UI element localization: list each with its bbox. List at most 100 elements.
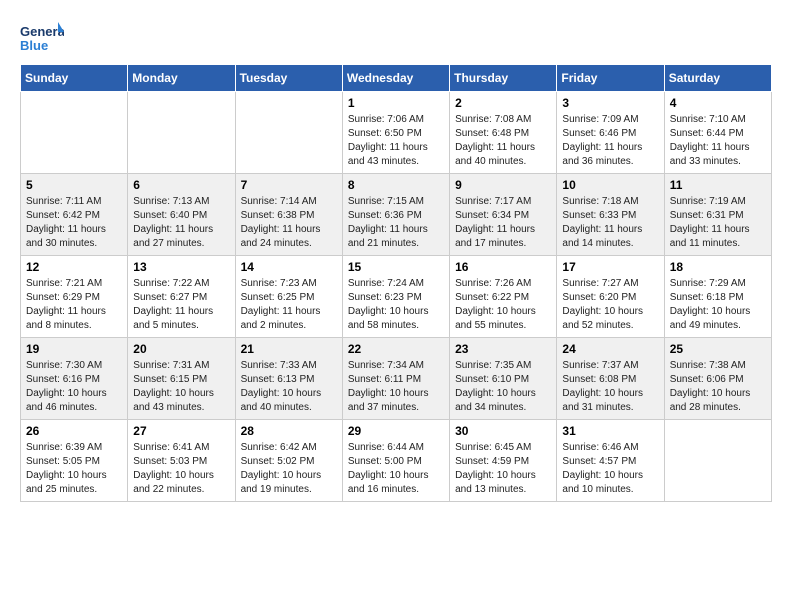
day-info: Sunrise: 6:41 AM Sunset: 5:03 PM Dayligh… <box>133 441 229 497</box>
day-info: Sunrise: 6:39 AM Sunset: 5:05 PM Dayligh… <box>26 441 122 497</box>
day-info: Sunrise: 7:06 AM Sunset: 6:50 PM Dayligh… <box>348 113 444 169</box>
calendar-week-4: 19 Sunrise: 7:30 AM Sunset: 6:16 PM Dayli… <box>21 338 772 420</box>
day-number: 11 <box>670 178 766 192</box>
day-info: Sunrise: 7:11 AM Sunset: 6:42 PM Dayligh… <box>26 195 122 251</box>
day-number: 9 <box>455 178 551 192</box>
weekday-header-monday: Monday <box>128 65 235 92</box>
calendar-cell: 17 Sunrise: 7:27 AM Sunset: 6:20 PM Dayli… <box>557 256 664 338</box>
calendar-cell: 10 Sunrise: 7:18 AM Sunset: 6:33 PM Dayli… <box>557 174 664 256</box>
day-info: Sunrise: 7:14 AM Sunset: 6:38 PM Dayligh… <box>241 195 337 251</box>
calendar-cell: 31 Sunrise: 6:46 AM Sunset: 4:57 PM Dayli… <box>557 420 664 502</box>
day-info: Sunrise: 6:46 AM Sunset: 4:57 PM Dayligh… <box>562 441 658 497</box>
day-info: Sunrise: 6:44 AM Sunset: 5:00 PM Dayligh… <box>348 441 444 497</box>
day-number: 26 <box>26 424 122 438</box>
day-info: Sunrise: 7:29 AM Sunset: 6:18 PM Dayligh… <box>670 277 766 333</box>
calendar-cell: 16 Sunrise: 7:26 AM Sunset: 6:22 PM Dayli… <box>450 256 557 338</box>
day-number: 7 <box>241 178 337 192</box>
day-number: 30 <box>455 424 551 438</box>
weekday-header-wednesday: Wednesday <box>342 65 449 92</box>
day-info: Sunrise: 7:19 AM Sunset: 6:31 PM Dayligh… <box>670 195 766 251</box>
day-info: Sunrise: 7:17 AM Sunset: 6:34 PM Dayligh… <box>455 195 551 251</box>
day-number: 24 <box>562 342 658 356</box>
calendar-cell: 24 Sunrise: 7:37 AM Sunset: 6:08 PM Dayli… <box>557 338 664 420</box>
calendar-cell: 4 Sunrise: 7:10 AM Sunset: 6:44 PM Daylig… <box>664 92 771 174</box>
calendar-cell: 1Sunrise: 7:06 AM Sunset: 6:50 PM Daylig… <box>342 92 449 174</box>
day-number: 13 <box>133 260 229 274</box>
calendar-cell: 3 Sunrise: 7:09 AM Sunset: 6:46 PM Daylig… <box>557 92 664 174</box>
calendar-cell: 30 Sunrise: 6:45 AM Sunset: 4:59 PM Dayli… <box>450 420 557 502</box>
svg-text:General: General <box>20 24 64 39</box>
day-info: Sunrise: 7:31 AM Sunset: 6:15 PM Dayligh… <box>133 359 229 415</box>
calendar-cell: 28 Sunrise: 6:42 AM Sunset: 5:02 PM Dayli… <box>235 420 342 502</box>
calendar-cell <box>21 92 128 174</box>
calendar-cell: 21Sunrise: 7:33 AM Sunset: 6:13 PM Dayli… <box>235 338 342 420</box>
day-number: 22 <box>348 342 444 356</box>
day-info: Sunrise: 7:18 AM Sunset: 6:33 PM Dayligh… <box>562 195 658 251</box>
day-number: 12 <box>26 260 122 274</box>
weekday-header-row: SundayMondayTuesdayWednesdayThursdayFrid… <box>21 65 772 92</box>
day-number: 28 <box>241 424 337 438</box>
calendar-cell: 19 Sunrise: 7:30 AM Sunset: 6:16 PM Dayli… <box>21 338 128 420</box>
day-number: 15 <box>348 260 444 274</box>
day-info: Sunrise: 7:15 AM Sunset: 6:36 PM Dayligh… <box>348 195 444 251</box>
weekday-header-tuesday: Tuesday <box>235 65 342 92</box>
day-info: Sunrise: 7:22 AM Sunset: 6:27 PM Dayligh… <box>133 277 229 333</box>
calendar-cell: 9 Sunrise: 7:17 AM Sunset: 6:34 PM Daylig… <box>450 174 557 256</box>
day-number: 23 <box>455 342 551 356</box>
calendar-cell: 23 Sunrise: 7:35 AM Sunset: 6:10 PM Dayli… <box>450 338 557 420</box>
calendar-cell: 20Sunrise: 7:31 AM Sunset: 6:15 PM Dayli… <box>128 338 235 420</box>
day-info: Sunrise: 7:34 AM Sunset: 6:11 PM Dayligh… <box>348 359 444 415</box>
day-info: Sunrise: 7:35 AM Sunset: 6:10 PM Dayligh… <box>455 359 551 415</box>
calendar-cell: 25 Sunrise: 7:38 AM Sunset: 6:06 PM Dayli… <box>664 338 771 420</box>
day-info: Sunrise: 7:26 AM Sunset: 6:22 PM Dayligh… <box>455 277 551 333</box>
svg-text:Blue: Blue <box>20 38 48 53</box>
day-number: 18 <box>670 260 766 274</box>
calendar-cell <box>235 92 342 174</box>
calendar-cell: 22 Sunrise: 7:34 AM Sunset: 6:11 PM Dayli… <box>342 338 449 420</box>
day-number: 3 <box>562 96 658 110</box>
weekday-header-friday: Friday <box>557 65 664 92</box>
weekday-header-saturday: Saturday <box>664 65 771 92</box>
day-info: Sunrise: 6:45 AM Sunset: 4:59 PM Dayligh… <box>455 441 551 497</box>
logo-icon: General Blue <box>20 20 64 56</box>
calendar-cell: 6 Sunrise: 7:13 AM Sunset: 6:40 PM Daylig… <box>128 174 235 256</box>
day-number: 14 <box>241 260 337 274</box>
day-info: Sunrise: 7:27 AM Sunset: 6:20 PM Dayligh… <box>562 277 658 333</box>
calendar-cell: 2 Sunrise: 7:08 AM Sunset: 6:48 PM Daylig… <box>450 92 557 174</box>
calendar-week-3: 12 Sunrise: 7:21 AM Sunset: 6:29 PM Dayli… <box>21 256 772 338</box>
day-number: 10 <box>562 178 658 192</box>
day-number: 21 <box>241 342 337 356</box>
calendar-cell: 12 Sunrise: 7:21 AM Sunset: 6:29 PM Dayli… <box>21 256 128 338</box>
calendar-cell: 7 Sunrise: 7:14 AM Sunset: 6:38 PM Daylig… <box>235 174 342 256</box>
day-number: 5 <box>26 178 122 192</box>
day-info: Sunrise: 7:37 AM Sunset: 6:08 PM Dayligh… <box>562 359 658 415</box>
day-info: Sunrise: 7:24 AM Sunset: 6:23 PM Dayligh… <box>348 277 444 333</box>
day-number: 17 <box>562 260 658 274</box>
day-info: Sunrise: 7:21 AM Sunset: 6:29 PM Dayligh… <box>26 277 122 333</box>
day-number: 29 <box>348 424 444 438</box>
day-number: 16 <box>455 260 551 274</box>
day-number: 31 <box>562 424 658 438</box>
calendar-cell: 18 Sunrise: 7:29 AM Sunset: 6:18 PM Dayli… <box>664 256 771 338</box>
calendar-week-5: 26 Sunrise: 6:39 AM Sunset: 5:05 PM Dayli… <box>21 420 772 502</box>
calendar-table: SundayMondayTuesdayWednesdayThursdayFrid… <box>20 64 772 502</box>
day-info: Sunrise: 7:08 AM Sunset: 6:48 PM Dayligh… <box>455 113 551 169</box>
day-info: Sunrise: 7:10 AM Sunset: 6:44 PM Dayligh… <box>670 113 766 169</box>
calendar-cell: 14Sunrise: 7:23 AM Sunset: 6:25 PM Dayli… <box>235 256 342 338</box>
day-number: 19 <box>26 342 122 356</box>
day-info: Sunrise: 7:13 AM Sunset: 6:40 PM Dayligh… <box>133 195 229 251</box>
day-number: 4 <box>670 96 766 110</box>
day-number: 27 <box>133 424 229 438</box>
calendar-cell: 15 Sunrise: 7:24 AM Sunset: 6:23 PM Dayli… <box>342 256 449 338</box>
day-info: Sunrise: 6:42 AM Sunset: 5:02 PM Dayligh… <box>241 441 337 497</box>
day-info: Sunrise: 7:09 AM Sunset: 6:46 PM Dayligh… <box>562 113 658 169</box>
day-number: 6 <box>133 178 229 192</box>
day-info: Sunrise: 7:38 AM Sunset: 6:06 PM Dayligh… <box>670 359 766 415</box>
day-number: 25 <box>670 342 766 356</box>
calendar-cell: 26 Sunrise: 6:39 AM Sunset: 5:05 PM Dayli… <box>21 420 128 502</box>
calendar-cell <box>128 92 235 174</box>
day-number: 2 <box>455 96 551 110</box>
day-info: Sunrise: 7:30 AM Sunset: 6:16 PM Dayligh… <box>26 359 122 415</box>
weekday-header-thursday: Thursday <box>450 65 557 92</box>
calendar-cell: 5 Sunrise: 7:11 AM Sunset: 6:42 PM Daylig… <box>21 174 128 256</box>
